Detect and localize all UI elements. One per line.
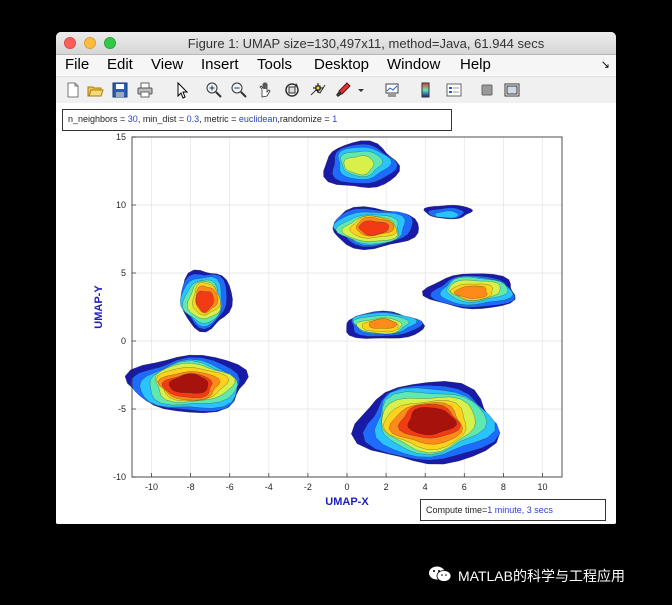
- data-cursor-icon[interactable]: [309, 81, 327, 99]
- menu-window[interactable]: Window: [387, 56, 440, 73]
- x-tick-label: 8: [501, 482, 506, 492]
- menu-bar: File Edit View Insert Tools Desktop Wind…: [56, 55, 616, 75]
- show-plot-tools-icon[interactable]: [503, 81, 521, 99]
- zoom-out-icon[interactable]: [230, 81, 248, 99]
- x-tick-label: -4: [265, 482, 273, 492]
- density-cluster: [323, 140, 400, 188]
- x-tick-label: 0: [344, 482, 349, 492]
- print-icon[interactable]: [136, 81, 154, 99]
- x-tick-label: -2: [304, 482, 312, 492]
- density-cluster: [180, 269, 233, 333]
- brush-dropdown-icon[interactable]: [356, 81, 366, 99]
- density-clusters: [124, 140, 516, 465]
- menu-file[interactable]: File: [65, 56, 89, 73]
- menu-view[interactable]: View: [151, 56, 183, 73]
- y-tick-label: -5: [118, 404, 126, 414]
- pan-icon[interactable]: [257, 81, 275, 99]
- menu-insert[interactable]: Insert: [201, 56, 239, 73]
- link-plot-icon[interactable]: [383, 81, 401, 99]
- hide-plot-tools-icon[interactable]: [478, 81, 496, 99]
- density-cluster: [351, 381, 501, 465]
- brush-icon[interactable]: [334, 81, 352, 99]
- figure-canvas: n_neighbors = 30, min_dist = 0.3, metric…: [56, 103, 616, 524]
- compute-time-label: Compute time=: [426, 505, 488, 515]
- dock-arrow-icon[interactable]: ↘: [601, 58, 610, 71]
- close-window-button[interactable]: [64, 37, 76, 49]
- maximize-window-button[interactable]: [104, 37, 116, 49]
- colorbar-icon[interactable]: [417, 81, 435, 99]
- y-tick-label: 10: [116, 200, 126, 210]
- menu-desktop[interactable]: Desktop: [314, 56, 369, 73]
- legend-icon[interactable]: [445, 81, 463, 99]
- zoom-in-icon[interactable]: [205, 81, 223, 99]
- watermark-text: MATLAB的科学与工程应用: [458, 568, 625, 584]
- figure-window: Figure 1: UMAP size=130,497x11, method=J…: [56, 32, 616, 524]
- rotate-icon[interactable]: [283, 81, 301, 99]
- y-axis-label: UMAP-Y: [93, 285, 105, 329]
- open-file-icon[interactable]: [86, 81, 104, 99]
- minimize-window-button[interactable]: [84, 37, 96, 49]
- density-cluster: [332, 206, 419, 251]
- x-tick-label: -8: [187, 482, 195, 492]
- window-title: Figure 1: UMAP size=130,497x11, method=J…: [187, 36, 545, 51]
- density-cluster: [346, 310, 426, 339]
- x-tick-label: 6: [462, 482, 467, 492]
- save-icon[interactable]: [111, 81, 129, 99]
- density-cluster: [422, 273, 516, 310]
- y-tick-label: 15: [116, 132, 126, 142]
- figure-toolbar: [56, 76, 616, 104]
- x-tick-label: 10: [537, 482, 547, 492]
- density-cluster: [423, 204, 473, 220]
- x-tick-label: 2: [384, 482, 389, 492]
- pointer-icon[interactable]: [173, 81, 191, 99]
- menu-tools[interactable]: Tools: [257, 56, 292, 73]
- density-cluster: [124, 354, 249, 414]
- y-tick-label: -10: [113, 472, 126, 482]
- compute-time-annotation: Compute time=1 minute, 3 secs: [420, 499, 606, 521]
- compute-time-value: 1 minute, 3 secs: [487, 505, 553, 515]
- umap-density-plot[interactable]: -10 -8 -6 -4 -2 0 2 4 6 8 10 -10 -5 0 5 10 15 UMAP-X UMA…: [56, 103, 616, 524]
- x-tick-label: -10: [145, 482, 158, 492]
- title-bar[interactable]: Figure 1: UMAP size=130,497x11, method=J…: [56, 32, 616, 55]
- y-tick-label: 5: [121, 268, 126, 278]
- x-tick-label: 4: [423, 482, 428, 492]
- x-axis-label: UMAP-X: [325, 496, 369, 508]
- x-tick-label: -6: [226, 482, 234, 492]
- menu-edit[interactable]: Edit: [107, 56, 133, 73]
- wechat-icon: [429, 566, 452, 582]
- new-figure-icon[interactable]: [64, 81, 82, 99]
- y-tick-label: 0: [121, 336, 126, 346]
- menu-help[interactable]: Help: [460, 56, 491, 73]
